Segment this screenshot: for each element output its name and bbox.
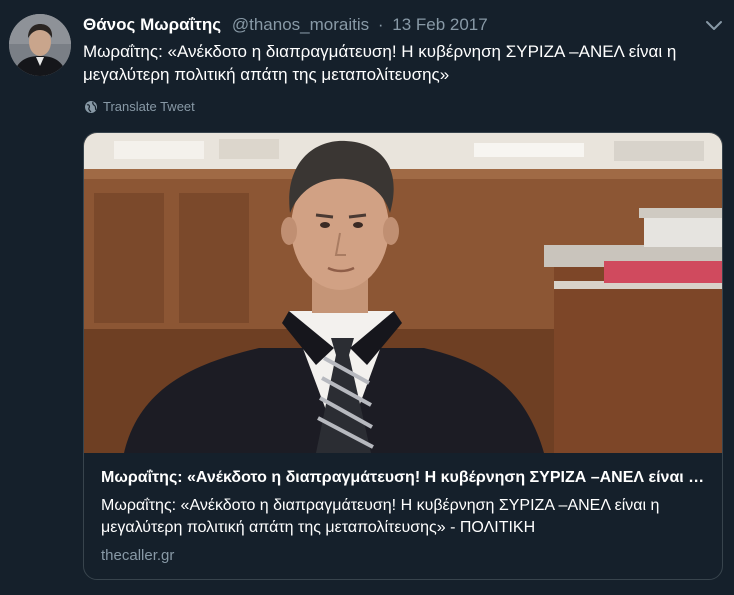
card-body: Μωραΐτης: «Ανέκδοτο η διαπραγμάτευση! Η … — [101, 467, 706, 567]
card-description: Μωραΐτης: «Ανέκδοτο η διαπραγμάτευση! Η … — [101, 497, 660, 536]
tweet-date[interactable]: 13 Feb 2017 — [392, 15, 487, 34]
separator-dot: · — [377, 15, 384, 34]
card-title: Μωραΐτης: «Ανέκδοτο η διαπραγμάτευση! Η … — [101, 469, 706, 486]
tweet-text: Μωραΐτης: «Ανέκδοτο η διαπραγμάτευση! Η … — [83, 42, 677, 84]
avatar-photo — [9, 14, 71, 76]
globe-icon — [85, 100, 97, 113]
card-image — [84, 133, 722, 453]
tweet: Θάνος Μωραΐτης @thanos_moraitis · 13 Feb… — [0, 0, 734, 595]
translate-tweet-link[interactable]: Translate Tweet — [84, 99, 195, 114]
link-card[interactable]: Μωραΐτης: «Ανέκδοτο η διαπραγμάτευση! Η … — [83, 132, 723, 580]
translate-label: Translate Tweet — [103, 99, 195, 114]
author-name[interactable]: Θάνος Μωραΐτης — [83, 15, 221, 34]
tweet-header: Θάνος Μωραΐτης @thanos_moraitis · 13 Feb… — [83, 14, 488, 36]
author-handle[interactable]: @thanos_moraitis — [232, 15, 369, 34]
author-avatar[interactable] — [9, 14, 71, 76]
chevron-down-icon[interactable] — [704, 18, 724, 34]
card-domain: thecaller.gr — [101, 547, 175, 564]
